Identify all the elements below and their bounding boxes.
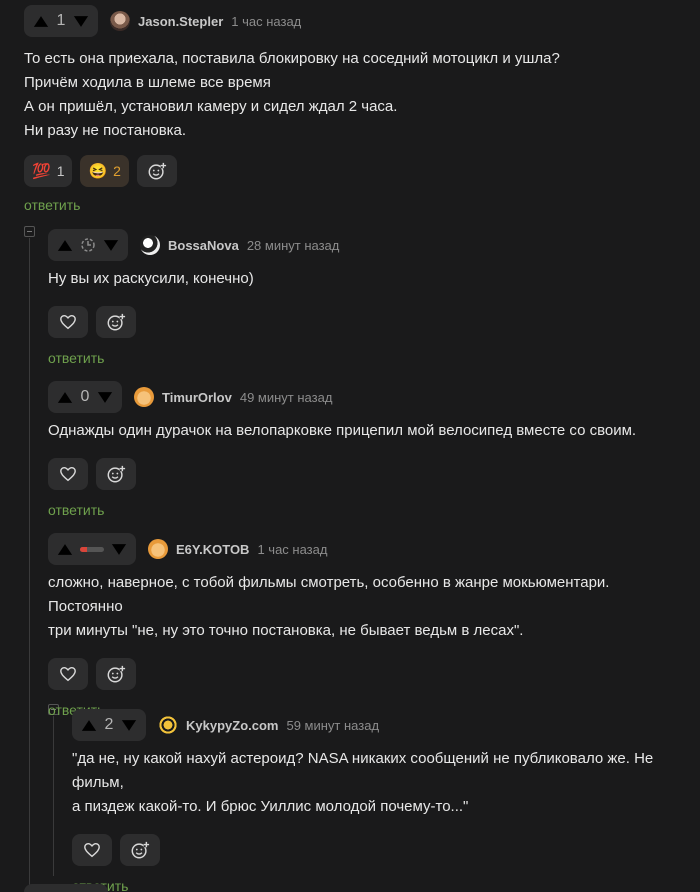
add-reaction-button[interactable]: [96, 306, 136, 338]
rating-count: 0: [80, 388, 90, 405]
comment: BossaNova 28 минут назад Ну вы их раскус…: [48, 229, 678, 366]
like-button[interactable]: [48, 458, 88, 490]
rating-control: [48, 229, 128, 261]
author-name[interactable]: BossaNova: [168, 238, 239, 253]
text-line: Ну вы их раскусили, конечно): [48, 270, 254, 287]
comment-time[interactable]: 1 час назад: [231, 14, 301, 29]
comment-text: То есть она приехала, поставила блокиров…: [24, 47, 684, 143]
avatar[interactable]: [158, 715, 178, 735]
comment: 1 Jason.Stepler 1 час назад То есть она …: [24, 5, 684, 213]
text-line: То есть она приехала, поставила блокиров…: [24, 50, 560, 67]
comment-time[interactable]: 1 час назад: [257, 542, 327, 557]
text-line: Однажды один дурачок на велопарковке при…: [48, 422, 637, 439]
upvote-icon[interactable]: [32, 12, 50, 30]
like-button[interactable]: [48, 658, 88, 690]
heart-icon: [83, 841, 101, 859]
heart-icon: [59, 665, 77, 683]
comment-actions: 💯 1 😆 2: [24, 155, 684, 187]
text-line: А он пришёл, установил камеру и сидел жд…: [24, 98, 398, 115]
downvote-icon[interactable]: [120, 716, 138, 734]
timer-icon: [80, 237, 96, 253]
comment-time[interactable]: 49 минут назад: [240, 390, 333, 405]
avatar[interactable]: [110, 11, 130, 31]
comment-header: BossaNova 28 минут назад: [48, 229, 678, 261]
author-name[interactable]: Jason.Stepler: [138, 14, 223, 29]
rating-count: 2: [104, 716, 114, 733]
comment-text: Однажды один дурачок на велопарковке при…: [48, 419, 678, 443]
avatar[interactable]: [134, 387, 154, 407]
heart-icon: [59, 465, 77, 483]
next-comment-rating-control[interactable]: [24, 884, 108, 892]
add-reaction-button[interactable]: [120, 834, 160, 866]
rating-control: 2: [72, 709, 146, 741]
upvote-icon[interactable]: [56, 388, 74, 406]
reaction-count: 2: [113, 163, 121, 179]
downvote-icon[interactable]: [96, 388, 114, 406]
comment-header: 1 Jason.Stepler 1 час назад: [24, 5, 684, 37]
reaction-count: 1: [56, 163, 65, 179]
author-name[interactable]: TimurOrlov: [162, 390, 232, 405]
rating-bar-fill: [80, 546, 88, 552]
reaction-hundred[interactable]: 💯 1: [24, 155, 73, 187]
comment-text: "да не, ну какой нахуй астероид? NASA ни…: [72, 747, 688, 819]
text-line: Ни разу не постановка.: [24, 122, 187, 139]
laughing-face-icon: 😆: [88, 163, 108, 180]
thread-line: [29, 238, 30, 888]
add-reaction-button[interactable]: [96, 658, 136, 690]
comment-time[interactable]: 59 минут назад: [286, 718, 379, 733]
author-name[interactable]: E6Y.KOTOB: [176, 542, 249, 557]
hundred-points-icon: 💯: [32, 163, 51, 180]
comment-text: Ну вы их раскусили, конечно): [48, 267, 678, 291]
downvote-icon[interactable]: [110, 540, 128, 558]
text-line: Причём ходила в шлеме все время: [24, 74, 271, 91]
add-emoji-icon: [106, 664, 126, 684]
comment-actions: [48, 458, 678, 490]
reply-link[interactable]: ответить: [24, 197, 684, 213]
comment-actions: [48, 306, 678, 338]
upvote-icon[interactable]: [80, 716, 98, 734]
comment-actions: [48, 658, 688, 690]
reply-link[interactable]: ответить: [48, 502, 678, 518]
comment-text: сложно, наверное, с тобой фильмы смотрет…: [48, 571, 688, 643]
avatar[interactable]: [148, 539, 168, 559]
add-reaction-button[interactable]: [136, 155, 177, 187]
comment-header: 0 TimurOrlov 49 минут назад: [48, 381, 678, 413]
add-emoji-icon: [130, 840, 150, 860]
add-emoji-icon: [106, 464, 126, 484]
thread-line-nested: [53, 716, 54, 876]
add-reaction-button[interactable]: [96, 458, 136, 490]
comment: E6Y.KOTOB 1 час назад сложно, наверное, …: [48, 533, 688, 718]
text-line: "да не, ну какой нахуй астероид? NASA ни…: [72, 750, 654, 791]
reaction-laugh[interactable]: 😆 2: [80, 155, 129, 187]
text-line: сложно, наверное, с тобой фильмы смотрет…: [48, 574, 610, 615]
downvote-icon[interactable]: [102, 236, 120, 254]
comment-header: 2 KykypyZo.com 59 минут назад: [72, 709, 688, 741]
rating-bar: [80, 546, 104, 552]
add-emoji-icon: [147, 161, 167, 181]
author-name[interactable]: KykypyZo.com: [186, 718, 278, 733]
rating-count: 1: [56, 12, 66, 29]
reply-link[interactable]: ответить: [72, 878, 688, 892]
comment-time[interactable]: 28 минут назад: [247, 238, 340, 253]
text-line: три минуты "не, ну это точно постановка,…: [48, 622, 524, 639]
comment-actions: [72, 834, 688, 866]
downvote-icon[interactable]: [72, 12, 90, 30]
collapse-toggle[interactable]: [24, 226, 35, 237]
like-button[interactable]: [48, 306, 88, 338]
avatar[interactable]: [140, 235, 160, 255]
add-emoji-icon: [106, 312, 126, 332]
rating-control: 1: [24, 5, 98, 37]
upvote-icon[interactable]: [56, 236, 74, 254]
upvote-icon[interactable]: [56, 540, 74, 558]
rating-control: 0: [48, 381, 122, 413]
comment: 0 TimurOrlov 49 минут назад Однажды один…: [48, 381, 678, 518]
comment-header: E6Y.KOTOB 1 час назад: [48, 533, 688, 565]
heart-icon: [59, 313, 77, 331]
reply-link[interactable]: ответить: [48, 350, 678, 366]
like-button[interactable]: [72, 834, 112, 866]
rating-control: [48, 533, 136, 565]
text-line: а пиздеж какой-то. И брюс Уиллис молодой…: [72, 798, 469, 815]
comment: 2 KykypyZo.com 59 минут назад "да не, ну…: [72, 709, 688, 892]
